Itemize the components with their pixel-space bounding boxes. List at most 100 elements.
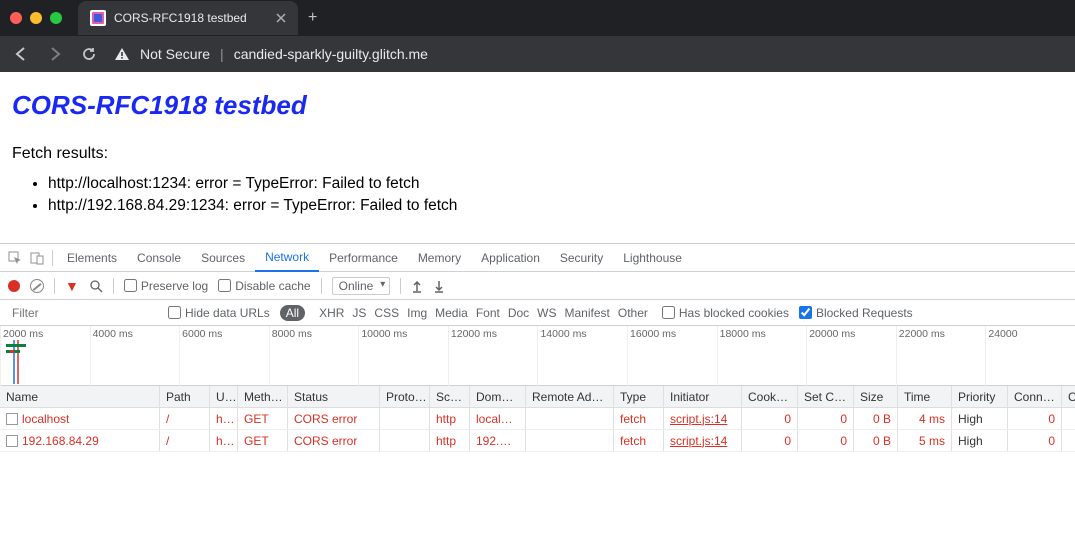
browser-tab[interactable]: CORS-RFC1918 testbed [78, 1, 298, 35]
network-timeline[interactable]: 2000 ms4000 ms6000 ms8000 ms10000 ms1200… [0, 326, 1075, 386]
filter-type-media[interactable]: Media [435, 306, 468, 320]
warning-icon [114, 47, 130, 61]
devtools-tab-memory[interactable]: Memory [408, 244, 471, 272]
devtools-tab-sources[interactable]: Sources [191, 244, 255, 272]
window-close-button[interactable] [10, 12, 22, 24]
timeline-tick: 10000 ms [358, 326, 448, 386]
page-content: CORS-RFC1918 testbed Fetch results: http… [0, 72, 1075, 243]
preserve-log-checkbox[interactable]: Preserve log [124, 279, 208, 293]
network-toolbar: ▼ Preserve log Disable cache Online [0, 272, 1075, 300]
tab-title: CORS-RFC1918 testbed [114, 11, 247, 25]
download-icon[interactable] [433, 279, 445, 293]
column-header[interactable]: Meth… [238, 386, 288, 407]
search-icon[interactable] [89, 279, 103, 293]
timeline-tick: 4000 ms [90, 326, 180, 386]
inspect-icon[interactable] [8, 251, 26, 265]
has-blocked-cookies-checkbox[interactable]: Has blocked cookies [662, 306, 789, 320]
column-header[interactable]: Proto… [380, 386, 430, 407]
disable-cache-checkbox[interactable]: Disable cache [218, 279, 310, 293]
url-field[interactable]: Not Secure | candied-sparkly-guilty.glit… [114, 46, 428, 62]
network-table-body: localhost/h…GETCORS errorhttplocal…fetch… [0, 408, 1075, 452]
filter-types: XHR JS CSS Img Media Font Doc WS Manifest Other [315, 306, 652, 320]
timeline-tick: 12000 ms [448, 326, 538, 386]
clear-button[interactable] [30, 279, 44, 293]
filter-type-ws[interactable]: WS [537, 306, 556, 320]
column-header[interactable]: Initiator [664, 386, 742, 407]
column-header[interactable]: Sc… [430, 386, 470, 407]
new-tab-button[interactable]: + [308, 9, 317, 27]
url-text: candied-sparkly-guilty.glitch.me [234, 46, 428, 62]
window-titlebar: CORS-RFC1918 testbed + [0, 0, 1075, 36]
network-table-header[interactable]: NamePathU…Meth…StatusProto…Sc…Dom…Remote… [0, 386, 1075, 408]
column-header[interactable]: U… [210, 386, 238, 407]
devtools-tab-security[interactable]: Security [550, 244, 613, 272]
initiator-link[interactable]: script.js:14 [670, 434, 727, 448]
devtools-tab-elements[interactable]: Elements [57, 244, 127, 272]
devtools-tab-performance[interactable]: Performance [319, 244, 408, 272]
address-bar: Not Secure | candied-sparkly-guilty.glit… [0, 36, 1075, 72]
throttling-select[interactable]: Online [332, 277, 391, 295]
column-header[interactable]: Name [0, 386, 160, 407]
timeline-tick: 24000 [985, 326, 1075, 386]
fetch-results-heading: Fetch results: [12, 145, 1063, 163]
column-header[interactable]: Conn… [1008, 386, 1062, 407]
back-button[interactable] [12, 46, 30, 62]
column-header[interactable]: Cook… [742, 386, 798, 407]
filter-type-js[interactable]: JS [352, 306, 366, 320]
filter-all[interactable]: All [280, 305, 305, 321]
timeline-tick: 20000 ms [806, 326, 896, 386]
result-item: http://192.168.84.29:1234: error = TypeE… [48, 197, 1063, 215]
result-item: http://localhost:1234: error = TypeError… [48, 175, 1063, 193]
reload-button[interactable] [80, 46, 98, 62]
column-header[interactable]: Size [854, 386, 898, 407]
timeline-tick: 14000 ms [537, 326, 627, 386]
column-header[interactable]: Path [160, 386, 210, 407]
fetch-results-list: http://localhost:1234: error = TypeError… [48, 175, 1063, 215]
timeline-tick: 16000 ms [627, 326, 717, 386]
window-minimize-button[interactable] [30, 12, 42, 24]
device-toggle-icon[interactable] [30, 251, 48, 265]
devtools-tab-console[interactable]: Console [127, 244, 191, 272]
forward-button[interactable] [46, 46, 64, 62]
upload-icon[interactable] [411, 279, 423, 293]
column-header[interactable]: Set C… [798, 386, 854, 407]
column-header[interactable]: Time [898, 386, 952, 407]
record-button[interactable] [8, 280, 20, 292]
page-title: CORS-RFC1918 testbed [12, 90, 1063, 121]
filter-toggle-icon[interactable]: ▼ [65, 278, 79, 294]
filter-type-xhr[interactable]: XHR [319, 306, 344, 320]
column-header[interactable]: Type [614, 386, 664, 407]
tab-close-button[interactable] [276, 13, 286, 23]
filter-type-img[interactable]: Img [407, 306, 427, 320]
devtools-tab-lighthouse[interactable]: Lighthouse [613, 244, 692, 272]
filter-type-doc[interactable]: Doc [508, 306, 529, 320]
timeline-tick: 18000 ms [717, 326, 807, 386]
filter-type-other[interactable]: Other [618, 306, 648, 320]
filter-input[interactable] [8, 304, 158, 322]
filter-type-manifest[interactable]: Manifest [565, 306, 610, 320]
waterfall-marks [6, 340, 46, 384]
network-row[interactable]: localhost/h…GETCORS errorhttplocal…fetch… [0, 408, 1075, 430]
column-header[interactable]: Remote Ad… [526, 386, 614, 407]
blocked-requests-checkbox[interactable]: Blocked Requests [799, 306, 913, 320]
column-header[interactable]: Cac… [1062, 386, 1075, 407]
filter-type-css[interactable]: CSS [374, 306, 399, 320]
filter-type-font[interactable]: Font [476, 306, 500, 320]
column-header[interactable]: Dom… [470, 386, 526, 407]
column-header[interactable]: Priority [952, 386, 1008, 407]
initiator-link[interactable]: script.js:14 [670, 412, 727, 426]
network-filter-row: Hide data URLs All XHR JS CSS Img Media Font D… [0, 300, 1075, 326]
column-header[interactable]: Status [288, 386, 380, 407]
favicon-icon [90, 10, 106, 26]
hide-data-urls-checkbox[interactable]: Hide data URLs [168, 306, 270, 320]
timeline-tick: 8000 ms [269, 326, 359, 386]
timeline-tick: 22000 ms [896, 326, 986, 386]
window-zoom-button[interactable] [50, 12, 62, 24]
devtools-panel: ElementsConsoleSourcesNetworkPerformance… [0, 243, 1075, 452]
devtools-tab-network[interactable]: Network [255, 244, 319, 272]
devtools-tabs: ElementsConsoleSourcesNetworkPerformance… [0, 244, 1075, 272]
network-row[interactable]: 192.168.84.29/h…GETCORS errorhttp192.…fe… [0, 430, 1075, 452]
timeline-tick: 6000 ms [179, 326, 269, 386]
security-status: Not Secure [140, 46, 210, 62]
devtools-tab-application[interactable]: Application [471, 244, 550, 272]
